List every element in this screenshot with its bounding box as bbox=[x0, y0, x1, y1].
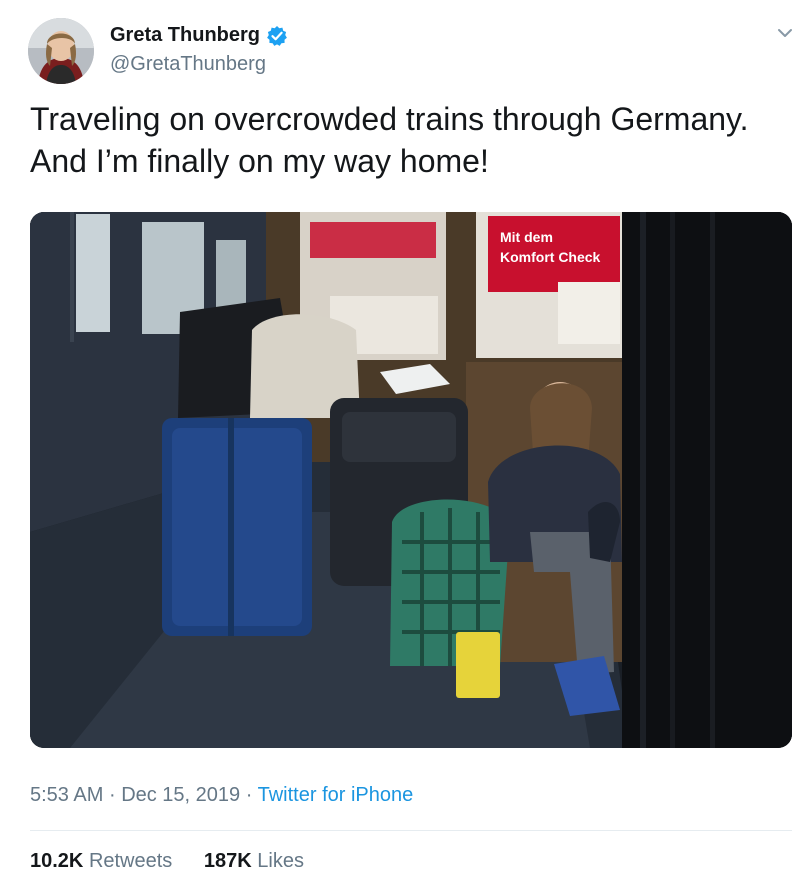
likes-label: Likes bbox=[257, 850, 304, 872]
author-display-name[interactable]: Greta Thunberg bbox=[110, 24, 260, 47]
chevron-down-icon[interactable] bbox=[776, 26, 794, 40]
tweet-stats: 10.2K Retweets 187K Likes bbox=[30, 850, 330, 873]
tweet-text-line: Traveling on overcrowded trains through … bbox=[30, 101, 749, 137]
tweet-date[interactable]: Dec 15, 2019 bbox=[121, 784, 240, 806]
tweet-source-link[interactable]: Twitter for iPhone bbox=[258, 784, 414, 806]
poster-text-line2: Komfort Check bbox=[500, 249, 601, 265]
avatar[interactable] bbox=[28, 18, 94, 84]
tweet-card: Greta Thunberg @GretaThunberg Traveling … bbox=[0, 0, 812, 896]
verified-badge-icon bbox=[266, 25, 288, 47]
separator-dot: · bbox=[245, 784, 253, 806]
train-photo-illustration: Mit dem Komfort Check bbox=[30, 212, 792, 748]
retweets-stat[interactable]: 10.2K Retweets bbox=[30, 850, 172, 873]
author-handle[interactable]: @GretaThunberg bbox=[110, 53, 266, 76]
separator-dot: · bbox=[108, 784, 116, 806]
retweets-label: Retweets bbox=[88, 850, 173, 872]
author-name-row: Greta Thunberg bbox=[110, 24, 288, 47]
likes-stat[interactable]: 187K Likes bbox=[204, 850, 304, 873]
tweet-photo[interactable]: Mit dem Komfort Check bbox=[30, 212, 792, 748]
poster-text-line1: Mit dem bbox=[500, 229, 553, 245]
tweet-timestamp-line: 5:53 AM · Dec 15, 2019 · Twitter for iPh… bbox=[30, 784, 413, 807]
divider bbox=[30, 830, 792, 831]
tweet-time[interactable]: 5:53 AM bbox=[30, 784, 103, 806]
tweet-text: Traveling on overcrowded trains through … bbox=[30, 98, 800, 182]
retweets-count: 10.2K bbox=[30, 850, 84, 872]
likes-count: 187K bbox=[203, 850, 252, 872]
tweet-text-line: And I’m finally on my way home! bbox=[30, 143, 489, 179]
